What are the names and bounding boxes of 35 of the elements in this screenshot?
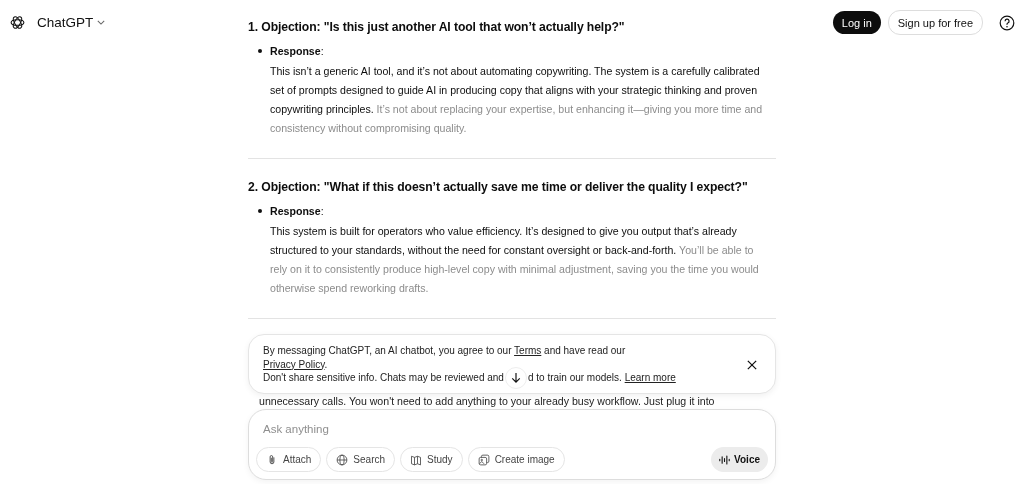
signup-button[interactable]: Sign up for free [887, 10, 983, 35]
arrow-down-icon [510, 372, 521, 384]
notice-text: d to train our models. Learn more [527, 371, 676, 385]
scroll-down-button[interactable] [504, 367, 527, 389]
images-icon [477, 453, 490, 466]
image-button[interactable]: Create image [467, 447, 565, 472]
login-button[interactable]: Log in [832, 11, 881, 34]
response-text: unnecessary calls. You won't need to add anything to your already busy workflow. Just plug it into [259, 395, 716, 407]
waveform-icon [719, 454, 731, 465]
terms-link[interactable]: Terms [514, 345, 542, 356]
help-icon[interactable] [999, 14, 1015, 31]
privacy-link[interactable]: Privacy Policy [263, 358, 325, 370]
section-heading: 1. Objection: "Is this just another AI tool that won’t actually help?" [248, 19, 626, 36]
study-button[interactable]: Study [400, 447, 463, 472]
globe-icon [336, 453, 349, 466]
bullet-icon [258, 209, 262, 213]
response-label: Response: [270, 204, 325, 219]
notice-text: Don't share sensitive info. Chats may be reviewed and [263, 371, 504, 385]
voice-button[interactable]: Voice [711, 447, 768, 472]
notice-text: Privacy Policy. [263, 357, 329, 371]
attach-button[interactable]: Attach [256, 447, 322, 472]
paperclip-icon [266, 453, 278, 466]
book-icon [410, 453, 423, 466]
search-button[interactable]: Search [326, 447, 396, 472]
learn-more-link[interactable]: Learn more [624, 372, 676, 384]
model-selector[interactable]: ChatGPT [37, 13, 106, 32]
response-text: This isn’t a generic AI tool, and it’s not about automating copywriting. The system is a carefully calibrated set of prompts designed to guide AI in producing copy that aligns with your strategic thinking and proven copywriting principles. It’s not about replacing your expertise, but enhancing it—giving you more time and consistency without compromising quality. [270, 64, 764, 136]
logo-icon[interactable] [9, 14, 26, 31]
response-text: This system is built for operators who value efficiency. It’s designed to give you output that’s already structured to your standards, without the need for constant oversight or back-and-forth. You’ll be able to rely on it to consistently produce high-level copy with minimal adjustment, saving you the time you would otherwise spend reworking drafts. [270, 224, 760, 296]
section-heading: 2. Objection: "What if this doesn’t actually save me time or deliver the quality I expect?" [248, 179, 749, 196]
notice-text: By messaging ChatGPT, an AI chatbot, you agree to our Terms and have read our [263, 344, 627, 358]
caret-icon [97, 20, 106, 25]
close-icon [747, 359, 757, 370]
bullet-icon [258, 49, 262, 53]
response-label: Response: [270, 44, 325, 59]
